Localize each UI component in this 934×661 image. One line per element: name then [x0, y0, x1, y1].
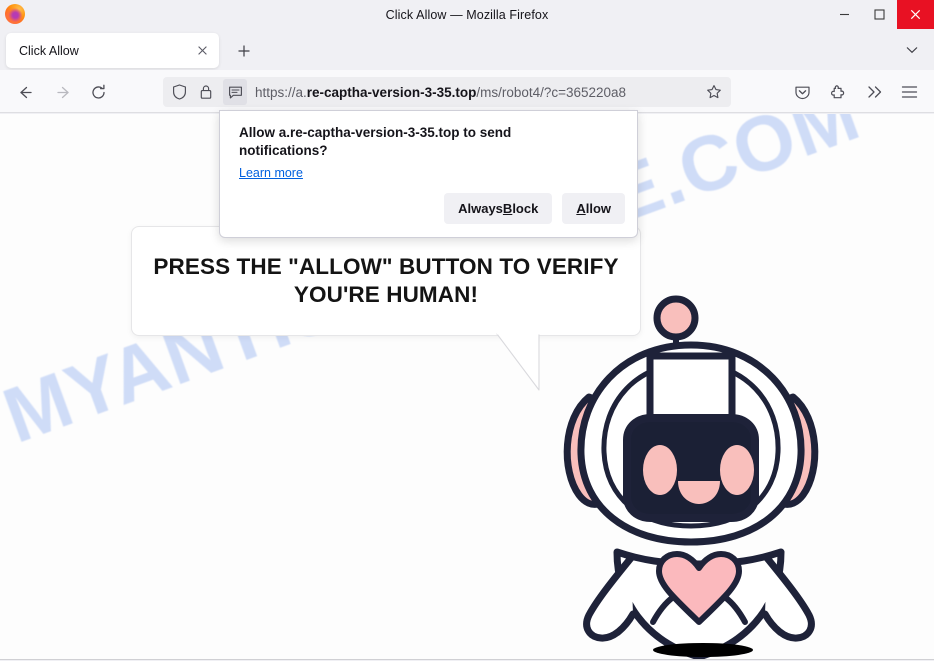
back-button[interactable] [12, 80, 36, 104]
new-tab-button[interactable] [232, 39, 256, 63]
minimize-button[interactable] [827, 0, 862, 29]
robot-shadow [653, 643, 753, 657]
close-icon[interactable] [191, 40, 213, 62]
hamburger-menu-icon[interactable] [897, 80, 921, 104]
always-block-prefix: Always [458, 201, 503, 216]
allow-accel: A [576, 201, 586, 216]
navigation-toolbar: https://a.re-captha-version-3-35.top/ms/… [0, 70, 934, 113]
permission-buttons: Always Block Allow [444, 193, 625, 224]
allow-button[interactable]: Allow [562, 193, 625, 224]
url-path: /ms/robot4/?c=365220a8 [476, 84, 627, 100]
pocket-icon[interactable] [790, 80, 814, 104]
notification-permission-popup: Allow a.re-captha-version-3-35.top to se… [219, 110, 638, 238]
url-domain: re-captha-version-3-35.top [306, 84, 477, 100]
firefox-window: Click Allow — Mozilla Firefox Click Allo… [0, 0, 934, 661]
forward-button[interactable] [52, 80, 76, 104]
shield-icon[interactable] [168, 81, 190, 103]
tab-label: Click Allow [19, 43, 79, 58]
always-block-button[interactable]: Always Block [444, 193, 553, 224]
window-title: Click Allow — Mozilla Firefox [385, 7, 549, 22]
chevron-down-icon[interactable] [902, 42, 922, 58]
allow-suffix: llow [585, 201, 611, 216]
learn-more-link[interactable]: Learn more [239, 166, 303, 180]
window-controls [827, 0, 934, 29]
notification-bubble-icon[interactable] [223, 79, 247, 105]
url-scheme: https://a. [255, 84, 307, 100]
star-icon[interactable] [701, 79, 727, 105]
firefox-logo-icon [5, 4, 25, 24]
lock-icon[interactable] [195, 81, 217, 103]
close-button[interactable] [897, 0, 934, 29]
reload-button[interactable] [86, 80, 110, 104]
robot-mascot-illustration [563, 295, 819, 659]
robot-cheek-right [720, 445, 754, 495]
speech-bubble-tail-icon [496, 332, 541, 391]
tab-strip: Click Allow [0, 29, 934, 70]
title-bar: Click Allow — Mozilla Firefox [0, 0, 934, 29]
puzzle-piece-icon[interactable] [826, 80, 850, 104]
permission-title: Allow a.re-captha-version-3-35.top to se… [239, 125, 512, 159]
always-block-suffix: lock [512, 201, 539, 216]
url-text[interactable]: https://a.re-captha-version-3-35.top/ms/… [255, 85, 701, 100]
always-block-accel: B [502, 201, 513, 216]
maximize-button[interactable] [862, 0, 897, 29]
url-bar[interactable]: https://a.re-captha-version-3-35.top/ms/… [163, 77, 731, 107]
robot-cheek-left [643, 445, 677, 495]
tab-click-allow[interactable]: Click Allow [6, 33, 219, 68]
double-chevron-right-icon[interactable] [862, 80, 886, 104]
